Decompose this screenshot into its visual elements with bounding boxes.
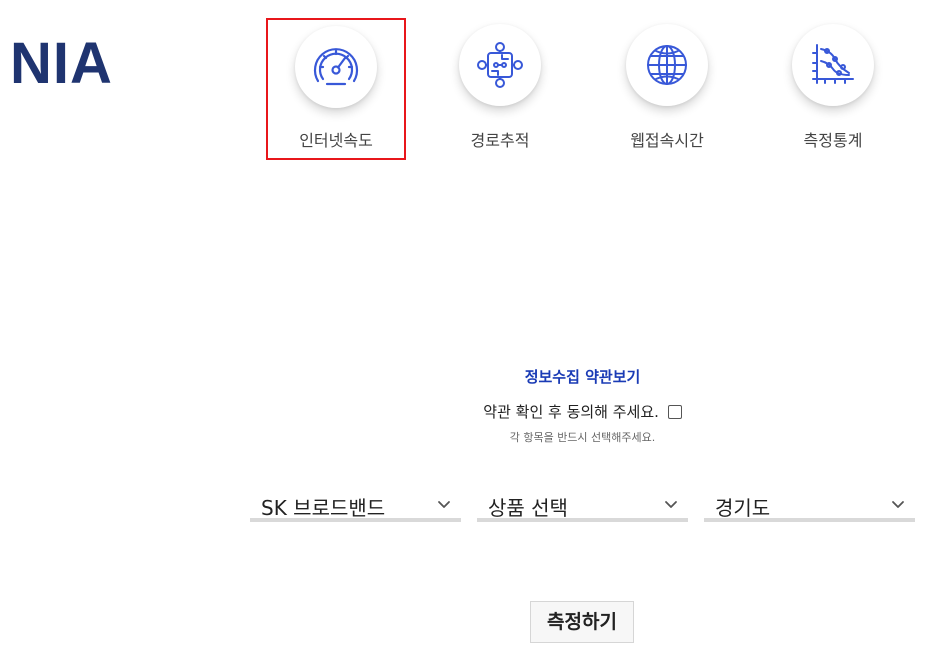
isp-select[interactable]: SK 브로드밴드 bbox=[250, 488, 461, 522]
nav-item-internet-speed[interactable]: 인터넷속도 bbox=[266, 18, 406, 160]
speedometer-icon bbox=[313, 48, 359, 86]
chevron-down-icon bbox=[665, 501, 677, 508]
nav-icon-circle bbox=[459, 24, 541, 106]
nav-item-web-access-time[interactable]: 웹접속시간 bbox=[597, 18, 737, 160]
nia-logo: NIA bbox=[10, 31, 113, 96]
product-select[interactable]: 상품 선택 bbox=[477, 488, 688, 522]
nav-item-label: 인터넷속도 bbox=[299, 131, 373, 150]
terms-view-link[interactable]: 정보수집 약관보기 bbox=[480, 366, 685, 387]
region-select[interactable]: 경기도 bbox=[704, 488, 915, 522]
product-select-value: 상품 선택 bbox=[488, 496, 568, 520]
nav-icon-circle bbox=[626, 24, 708, 106]
measure-button[interactable]: 측정하기 bbox=[530, 601, 634, 643]
nav-item-label: 측정통계 bbox=[803, 131, 863, 150]
nav-item-statistics[interactable]: 측정통계 bbox=[763, 18, 903, 160]
nav-item-route-trace[interactable]: 경로추적 bbox=[430, 18, 570, 160]
selection-hint: 각 항목을 반드시 선택해주세요. bbox=[509, 431, 656, 444]
chevron-down-icon bbox=[438, 501, 450, 508]
nav-item-label: 경로추적 bbox=[470, 131, 530, 150]
nav-item-label: 웹접속시간 bbox=[630, 131, 704, 150]
region-select-value: 경기도 bbox=[715, 496, 771, 520]
nav-icon-circle bbox=[295, 26, 377, 108]
terms-agree-checkbox[interactable] bbox=[667, 405, 682, 419]
terms-agree-label: 약관 확인 후 동의해 주세요. bbox=[483, 403, 659, 421]
chevron-down-icon bbox=[892, 501, 904, 508]
route-trace-icon bbox=[477, 42, 523, 88]
terms-agree-row: 약관 확인 후 동의해 주세요. bbox=[455, 401, 710, 422]
globe-icon bbox=[647, 45, 687, 85]
nav-icon-circle bbox=[792, 24, 874, 106]
isp-select-value: SK 브로드밴드 bbox=[261, 496, 386, 520]
statistics-chart-icon bbox=[812, 44, 854, 84]
